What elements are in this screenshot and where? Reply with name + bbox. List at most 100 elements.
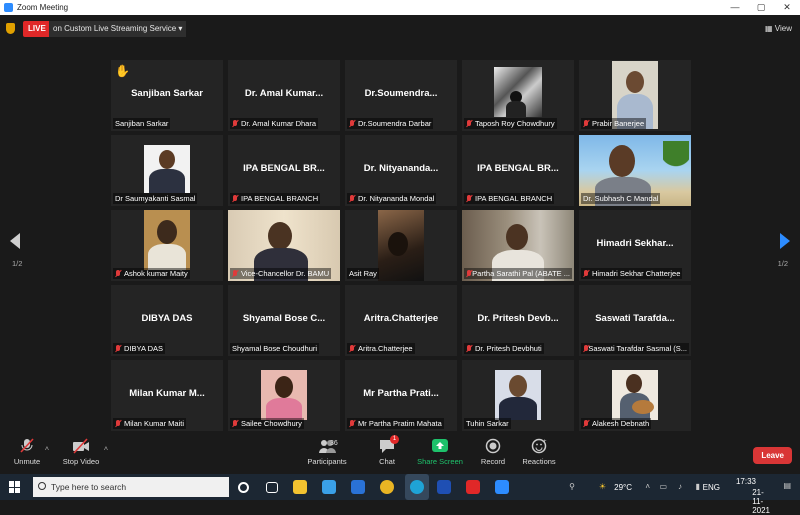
participant-tile[interactable]: IPA BENGAL BR... IPA BENGAL BRANCH — [228, 135, 340, 206]
people-icon[interactable]: ⚲ — [569, 482, 575, 491]
muted-microphone-icon — [349, 119, 355, 128]
muted-microphone-icon — [18, 438, 36, 454]
unmute-button[interactable]: Unmute — [12, 438, 42, 466]
view-button[interactable]: ▦ View — [765, 24, 792, 33]
record-icon — [484, 438, 502, 454]
taskbar-search-input[interactable]: Type here to search — [33, 477, 229, 497]
participant-tile[interactable]: Mr Partha Prati... Mr Partha Pratim Mahat… — [345, 360, 457, 431]
participant-tile[interactable]: Saswati Tarafda... Saswati Tarafdar Sasma… — [579, 285, 691, 356]
audio-options-chevron-up-icon[interactable]: ˄ — [42, 444, 52, 453]
participant-video — [378, 210, 424, 281]
participant-name-label: Himadri Sekhar Chatterjee — [581, 268, 683, 279]
chrome-icon[interactable] — [380, 480, 394, 494]
muted-microphone-icon — [583, 269, 589, 278]
reactions-button[interactable]: + Reactions — [520, 438, 558, 466]
cortana-icon[interactable] — [238, 482, 249, 493]
edge-icon-active[interactable] — [405, 474, 429, 500]
participant-display-name: Dr. Nityananda... — [363, 163, 439, 174]
muted-microphone-icon — [466, 269, 472, 278]
participant-display-name: Dr. Pritesh Devb... — [477, 313, 559, 324]
participant-name-label: Dr. Subhash C Mandal — [581, 193, 661, 204]
participant-tile[interactable]: Sailee Chowdhury — [228, 360, 340, 431]
participants-button[interactable]: 36 Participants — [304, 438, 350, 466]
mail-icon[interactable] — [351, 480, 365, 494]
previous-page-arrow-icon[interactable] — [10, 233, 20, 249]
task-view-icon[interactable] — [266, 482, 278, 493]
notifications-icon[interactable]: ▤ — [783, 481, 791, 490]
language-indicator[interactable]: ENG — [703, 483, 720, 492]
participant-display-name: Dr.Soumendra... — [364, 88, 438, 99]
participant-tile[interactable]: Taposh Roy Chowdhury — [462, 60, 574, 131]
minimize-button[interactable]: — — [722, 0, 748, 15]
participant-tile[interactable]: Dr. Nityananda... Dr. Nityananda Mondal — [345, 135, 457, 206]
participant-tile[interactable]: Dr Saumyakanti Sasmal — [111, 135, 223, 206]
file-explorer-icon[interactable] — [293, 480, 307, 494]
participant-name-label: Dr. Nityananda Mondal — [347, 193, 437, 204]
streaming-service-dropdown[interactable]: on Custom Live Streaming Service ▾ — [49, 21, 187, 37]
temperature-readout[interactable]: 29°C — [614, 483, 632, 492]
page-indicator-right: 1/2 — [777, 259, 788, 268]
record-label: Record — [480, 457, 506, 466]
participant-tile[interactable]: Shyamal Bose C... Shyamal Bose Choudhuri — [228, 285, 340, 356]
clock-date[interactable]: 21-11-2021 — [752, 488, 770, 515]
clock-time[interactable]: 17:33 — [736, 477, 756, 486]
battery-icon[interactable]: ▮ — [696, 482, 700, 491]
participant-tile[interactable]: Himadri Sekhar... Himadri Sekhar Chatterj… — [579, 210, 691, 281]
participant-tile[interactable]: Dr. Amal Kumar... Dr. Amal Kumar Dhara — [228, 60, 340, 131]
youtube-icon[interactable] — [466, 480, 480, 494]
participant-tile[interactable]: Asit Ray — [345, 210, 457, 281]
participant-photo — [494, 67, 542, 117]
weather-icon[interactable]: ☀ — [599, 482, 606, 491]
participant-tile[interactable]: Prabir Banerjee — [579, 60, 691, 131]
store-icon[interactable] — [322, 480, 336, 494]
participant-display-name: Saswati Tarafda... — [595, 313, 675, 324]
stop-video-button[interactable]: Stop Video — [60, 438, 102, 466]
participant-tile[interactable]: Dr. Pritesh Devb... Dr. Pritesh Devbhuti — [462, 285, 574, 356]
participant-tile[interactable]: Alakesh Debnath — [579, 360, 691, 431]
video-options-chevron-up-icon[interactable]: ˄ — [101, 444, 111, 453]
window-title: Zoom Meeting — [17, 3, 69, 12]
share-screen-button[interactable]: Share Screen — [416, 438, 464, 466]
participant-photo — [495, 370, 541, 420]
show-hidden-icons-chevron-icon[interactable]: ˄ — [645, 482, 650, 491]
participant-name: Tuhin Sarkar — [466, 419, 509, 428]
facebook-icon[interactable] — [437, 480, 451, 494]
chat-label: Chat — [379, 457, 395, 466]
participant-name: Aritra.Chatterjee — [358, 344, 413, 353]
live-badge[interactable]: LIVE — [23, 21, 51, 37]
participant-name-label: Dr Saumyakanti Sasmal — [113, 193, 198, 204]
muted-microphone-icon — [349, 194, 355, 203]
participant-tile[interactable]: Dr.Soumendra... Dr.Soumendra Darbar — [345, 60, 457, 131]
participant-name: Shyamal Bose Choudhuri — [232, 344, 318, 353]
participant-tile[interactable]: Ashok kumar Maity — [111, 210, 223, 281]
participant-tile[interactable]: Dr. Subhash C Mandal — [579, 135, 691, 206]
maximize-button[interactable]: ▢ — [748, 0, 774, 15]
participants-icon: 36 — [310, 438, 344, 454]
muted-microphone-icon — [466, 344, 472, 353]
network-icon[interactable]: ▭ — [659, 482, 667, 491]
leave-button[interactable]: Leave — [753, 447, 792, 464]
participant-name-label: IPA BENGAL BRANCH — [230, 193, 321, 204]
speaker-icon[interactable]: ♪ — [678, 482, 682, 491]
participant-tile[interactable]: Partha Sarathi Pal (ABATE ... — [462, 210, 574, 281]
participant-tile[interactable]: DIBYA DAS DIBYA DAS — [111, 285, 223, 356]
search-icon — [38, 482, 46, 490]
chat-button[interactable]: 1 Chat — [372, 435, 402, 466]
next-page-arrow-icon[interactable] — [780, 233, 790, 249]
chat-bubble-icon: 1 — [378, 435, 399, 454]
security-shield-icon[interactable] — [6, 23, 15, 34]
participant-tile[interactable]: IPA BENGAL BR... IPA BENGAL BRANCH — [462, 135, 574, 206]
zoom-taskbar-icon[interactable] — [495, 480, 509, 494]
participant-tile[interactable]: ✋ Sanjiban Sarkar Sanjiban Sarkar — [111, 60, 223, 131]
participant-name-label: Mr Partha Pratim Mahata — [347, 418, 444, 429]
participant-tile[interactable]: Vice-Chancellor Dr. BAMU — [228, 210, 340, 281]
participant-tile[interactable]: Aritra.Chatterjee Aritra.Chatterjee — [345, 285, 457, 356]
participant-name: Ashok kumar Maity — [124, 269, 188, 278]
participant-tile[interactable]: Milan Kumar M... Milan Kumar Maiti — [111, 360, 223, 431]
share-screen-label: Share Screen — [417, 457, 463, 466]
windows-start-icon[interactable] — [9, 481, 21, 493]
record-button[interactable]: Record — [476, 438, 510, 466]
close-button[interactable]: ✕ — [774, 0, 800, 15]
participant-tile[interactable]: Tuhin Sarkar — [462, 360, 574, 431]
participant-display-name: IPA BENGAL BR... — [243, 163, 325, 174]
